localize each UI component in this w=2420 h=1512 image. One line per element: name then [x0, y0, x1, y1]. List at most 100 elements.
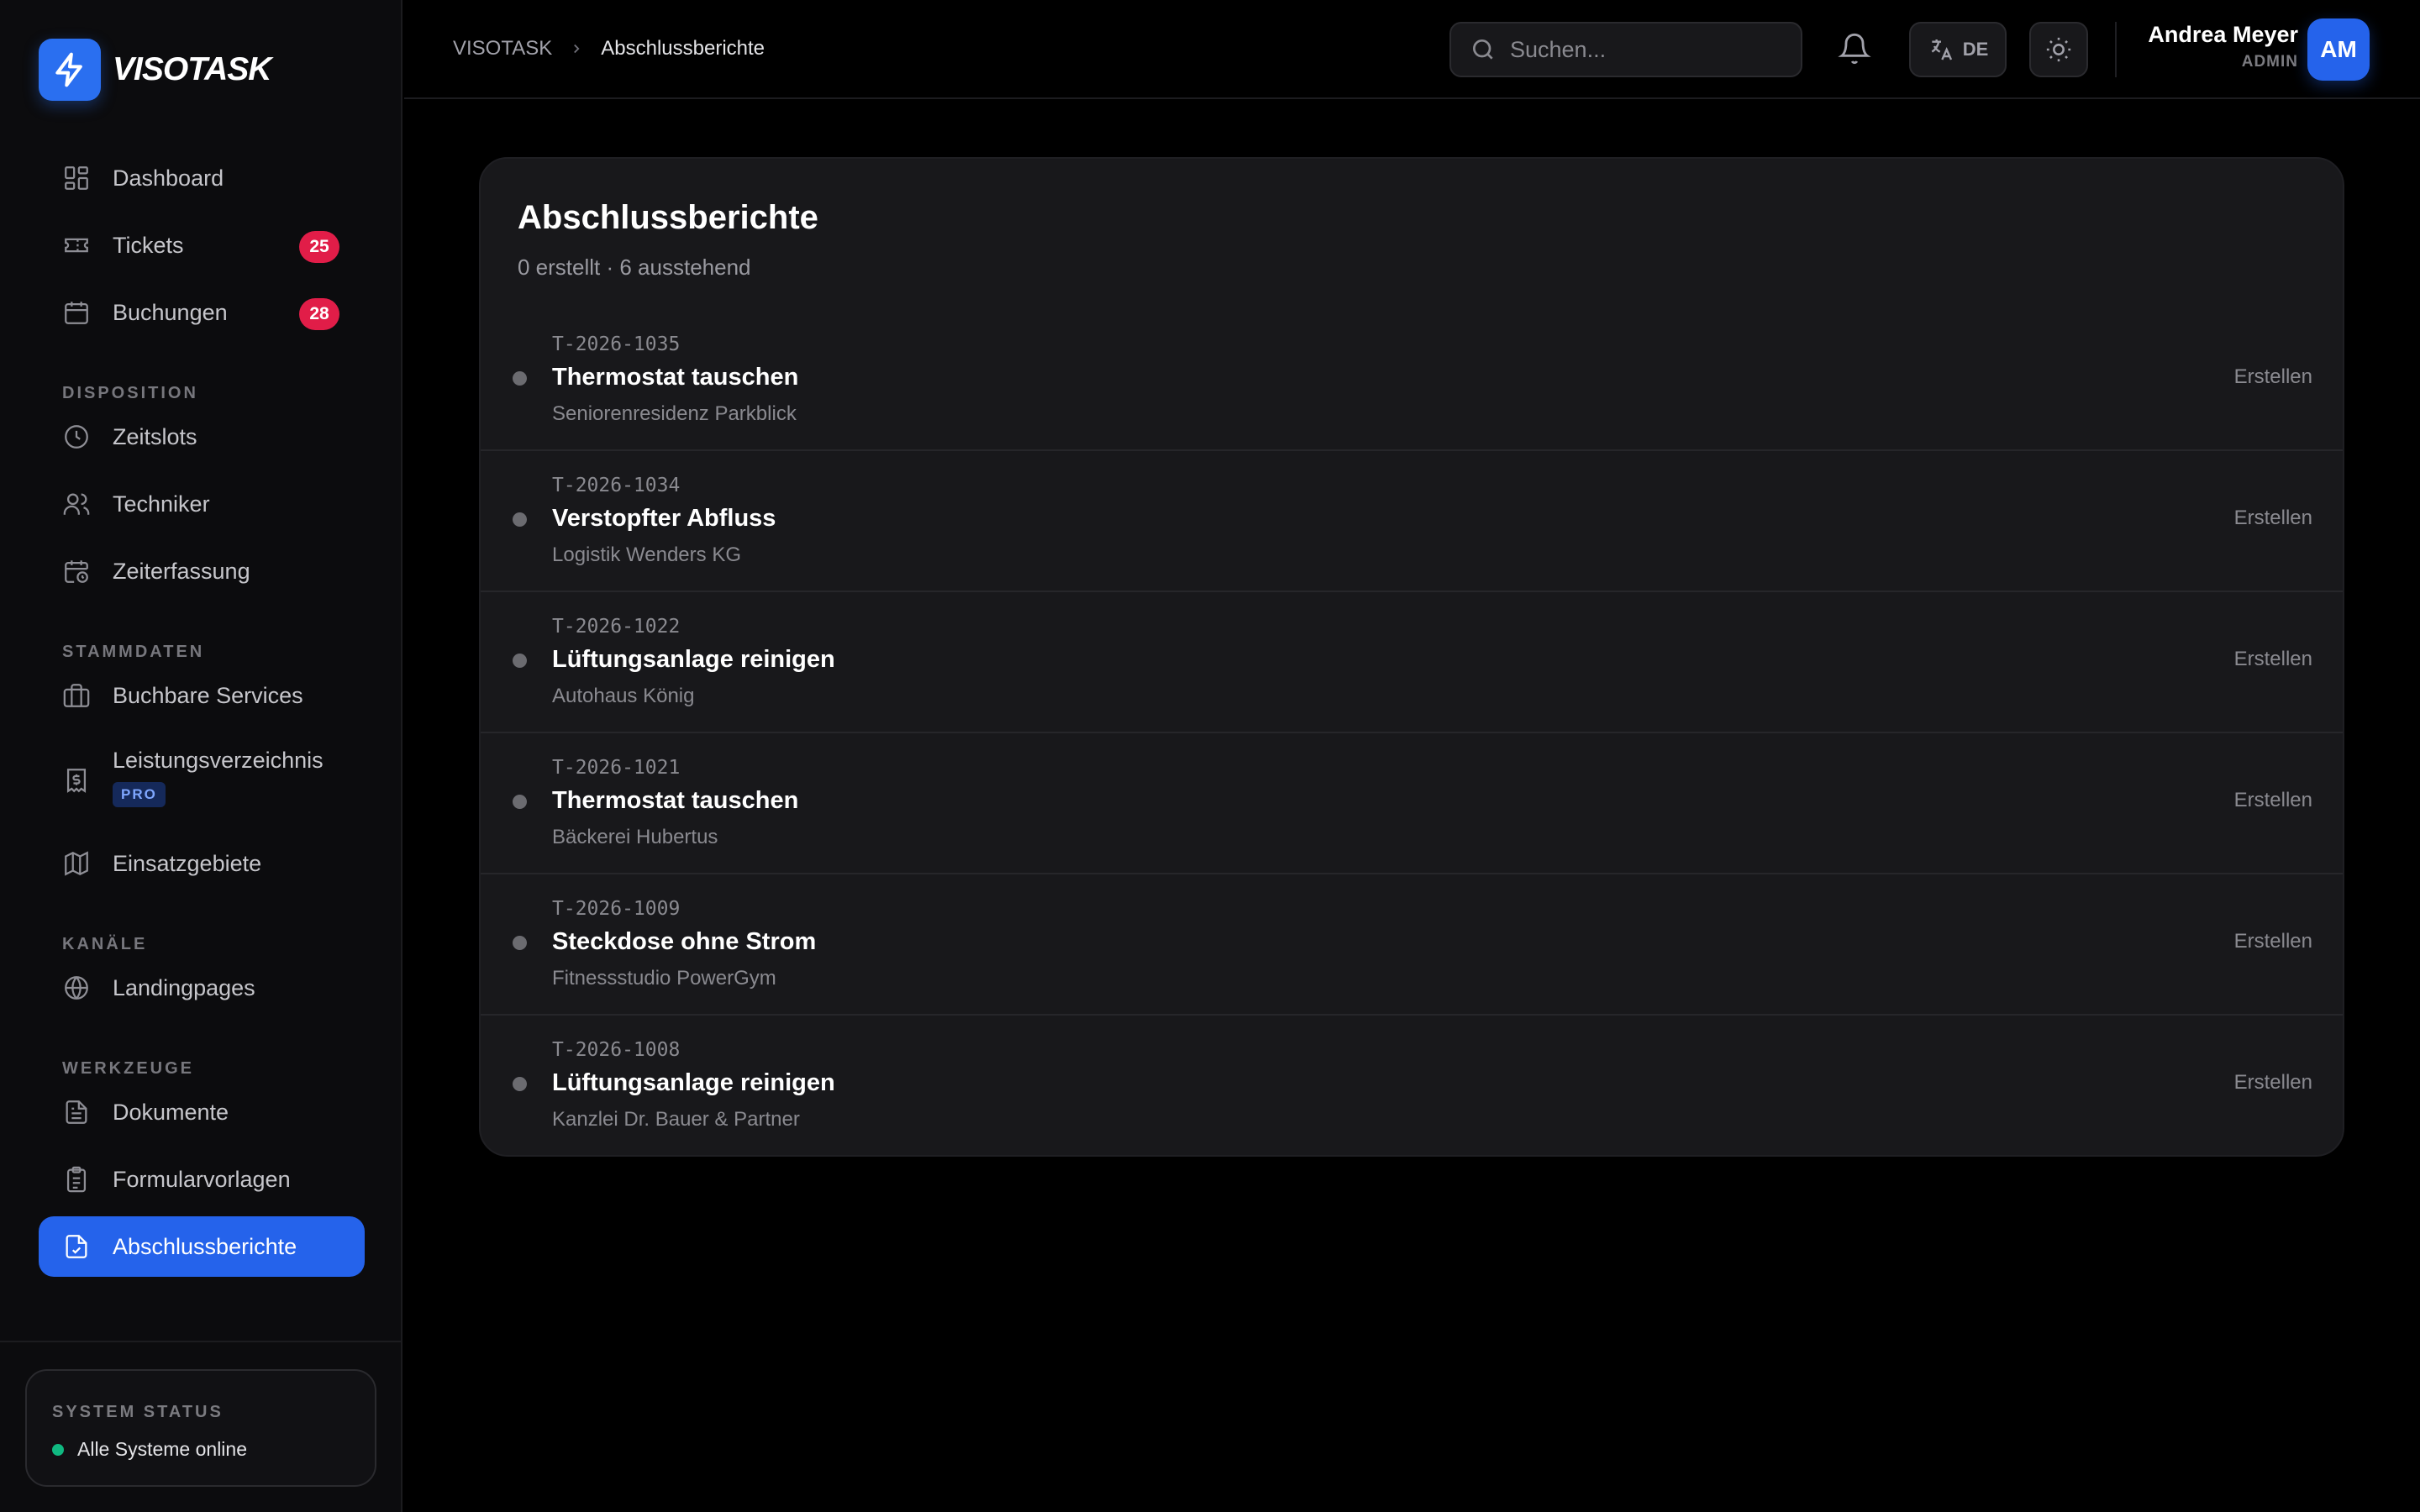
create-report-button[interactable]: Erstellen	[2234, 507, 2312, 530]
create-report-button[interactable]: Erstellen	[2234, 930, 2312, 953]
status-dot-icon	[513, 371, 527, 386]
ticket-id: T-2026-1035	[552, 333, 681, 355]
list-item[interactable]: T-2026-1034 Verstopfter Abfluss Logistik…	[481, 451, 2343, 592]
clipboard-icon	[66, 1166, 87, 1193]
sidebar-item-label: Dokumente	[113, 1099, 229, 1125]
list-item[interactable]: T-2026-1021 Thermostat tauschen Bäckerei…	[481, 733, 2343, 874]
report-client: Autohaus König	[552, 685, 695, 707]
users-icon	[63, 493, 90, 515]
notifications-button[interactable]	[1838, 32, 1871, 70]
sidebar-item-abschlussberichte[interactable]: Abschlussberichte	[39, 1216, 365, 1277]
page-subtitle: 0 erstellt · 6 ausstehend	[518, 255, 751, 280]
create-report-button[interactable]: Erstellen	[2234, 1071, 2312, 1095]
list-item[interactable]: T-2026-1022 Lüftungsanlage reinigen Auto…	[481, 592, 2343, 733]
search-icon	[1473, 39, 1493, 60]
reports-card: Abschlussberichte 0 erstellt · 6 aussteh…	[479, 157, 2344, 1157]
sun-icon	[2046, 37, 2071, 62]
dashboard-icon	[65, 166, 88, 190]
user-info[interactable]: Andrea Meyer ADMIN	[2148, 22, 2298, 71]
report-title: Verstopfter Abfluss	[552, 505, 776, 532]
sidebar-item-formularvorlagen[interactable]: Formularvorlagen	[39, 1149, 365, 1210]
sidebar-item-label: Leistungsverzeichnis	[113, 748, 324, 773]
list-item[interactable]: T-2026-1035 Thermostat tauschen Senioren…	[481, 310, 2343, 451]
sidebar-item-label: Landingpages	[113, 974, 255, 1000]
sidebar-item-einsatzgebiete[interactable]: Einsatzgebiete	[39, 833, 365, 894]
list-item[interactable]: T-2026-1009 Steckdose ohne Strom Fitness…	[481, 874, 2343, 1016]
sidebar-item-label: Formularvorlagen	[113, 1166, 291, 1192]
language-button[interactable]: DE	[1909, 22, 2007, 77]
status-dot-icon	[513, 512, 527, 527]
language-code: DE	[1962, 39, 1989, 60]
page-title: Abschlussberichte	[518, 199, 818, 236]
ticket-id: T-2026-1022	[552, 616, 681, 638]
system-status-card: SYSTEM STATUS Alle Systeme online	[25, 1369, 376, 1487]
sidebar-item-label: Techniker	[113, 491, 210, 517]
bell-icon	[1838, 33, 1871, 65]
user-name: Andrea Meyer	[2148, 22, 2298, 47]
chevron-right-icon	[569, 41, 584, 56]
section-werkzeuge: WERKZEUGE	[62, 1059, 194, 1078]
header-divider	[2115, 22, 2117, 77]
search-box[interactable]	[1449, 22, 1802, 77]
sidebar-item-buchbare-services[interactable]: Buchbare Services	[39, 665, 365, 726]
sidebar-item-tickets[interactable]: Tickets 25	[39, 215, 365, 276]
sidebar-item-landingpages[interactable]: Landingpages	[39, 958, 365, 1018]
theme-toggle-button[interactable]	[2029, 22, 2088, 77]
sidebar-item-label: Tickets	[113, 232, 184, 258]
sidebar-item-label: Buchungen	[113, 299, 228, 325]
calendar-clock-icon	[65, 560, 88, 583]
create-report-button[interactable]: Erstellen	[2234, 365, 2312, 389]
system-status-line: Alle Systeme online	[52, 1438, 247, 1461]
briefcase-icon	[63, 684, 90, 707]
sidebar-item-label: Einsatzgebiete	[113, 850, 262, 876]
brand-logo[interactable]: VISOTASK	[39, 39, 271, 101]
sidebar-item-label: Zeiterfassung	[113, 558, 250, 584]
section-kanaele: KANÄLE	[62, 935, 148, 953]
sidebar: VISOTASK Dashboard Tickets 25 Buchungen …	[0, 0, 402, 1512]
search-input[interactable]	[1510, 36, 1779, 63]
report-title: Lüftungsanlage reinigen	[552, 1069, 835, 1096]
status-dot-icon	[513, 1077, 527, 1091]
breadcrumb-current: Abschlussberichte	[601, 37, 765, 60]
sidebar-item-dashboard[interactable]: Dashboard	[39, 148, 365, 208]
sidebar-item-buchungen[interactable]: Buchungen 28	[39, 282, 365, 343]
create-report-button[interactable]: Erstellen	[2234, 648, 2312, 671]
calendar-icon	[65, 302, 88, 324]
ticket-id: T-2026-1009	[552, 898, 681, 920]
avatar[interactable]: AM	[2307, 18, 2370, 81]
status-dot-icon	[52, 1443, 64, 1456]
sidebar-item-leistungsverzeichnis[interactable]: Leistungsverzeichnis PRO	[39, 732, 365, 827]
status-dot-icon	[513, 936, 527, 950]
top-header: VISOTASK Abschlussberichte DE Andrea Mey…	[404, 0, 2420, 99]
sidebar-item-zeiterfassung[interactable]: Zeiterfassung	[39, 541, 365, 601]
report-title: Steckdose ohne Strom	[552, 928, 817, 955]
clock-icon	[65, 425, 88, 449]
reports-list: T-2026-1035 Thermostat tauschen Senioren…	[481, 310, 2343, 1155]
report-client: Fitnessstudio PowerGym	[552, 967, 776, 990]
sidebar-item-zeitslots[interactable]: Zeitslots	[39, 407, 365, 467]
ticket-id: T-2026-1021	[552, 757, 681, 779]
report-title: Thermostat tauschen	[552, 787, 799, 814]
ticket-id: T-2026-1008	[552, 1039, 681, 1061]
tickets-count-badge: 25	[299, 231, 339, 263]
sidebar-item-label: Zeitslots	[113, 423, 197, 449]
sidebar-item-dokumente[interactable]: Dokumente	[39, 1082, 365, 1142]
ticket-icon	[65, 238, 88, 253]
globe-icon	[65, 976, 88, 1000]
document-icon	[66, 1100, 87, 1124]
sidebar-item-label: Dashboard	[113, 165, 224, 191]
buchungen-count-badge: 28	[299, 298, 339, 330]
report-client: Kanzlei Dr. Bauer & Partner	[552, 1108, 800, 1131]
sidebar-item-techniker[interactable]: Techniker	[39, 474, 365, 534]
system-status-title: SYSTEM STATUS	[52, 1403, 224, 1421]
map-icon	[65, 851, 88, 876]
report-title: Thermostat tauschen	[552, 364, 799, 391]
sidebar-item-label: Abschlussberichte	[113, 1233, 297, 1259]
breadcrumb-root[interactable]: VISOTASK	[453, 37, 552, 60]
sidebar-item-label: Buchbare Services	[113, 682, 303, 708]
create-report-button[interactable]: Erstellen	[2234, 789, 2312, 812]
report-icon	[66, 1235, 87, 1258]
list-item[interactable]: T-2026-1008 Lüftungsanlage reinigen Kanz…	[481, 1016, 2343, 1155]
status-dot-icon	[513, 654, 527, 668]
ticket-id: T-2026-1034	[552, 475, 681, 496]
